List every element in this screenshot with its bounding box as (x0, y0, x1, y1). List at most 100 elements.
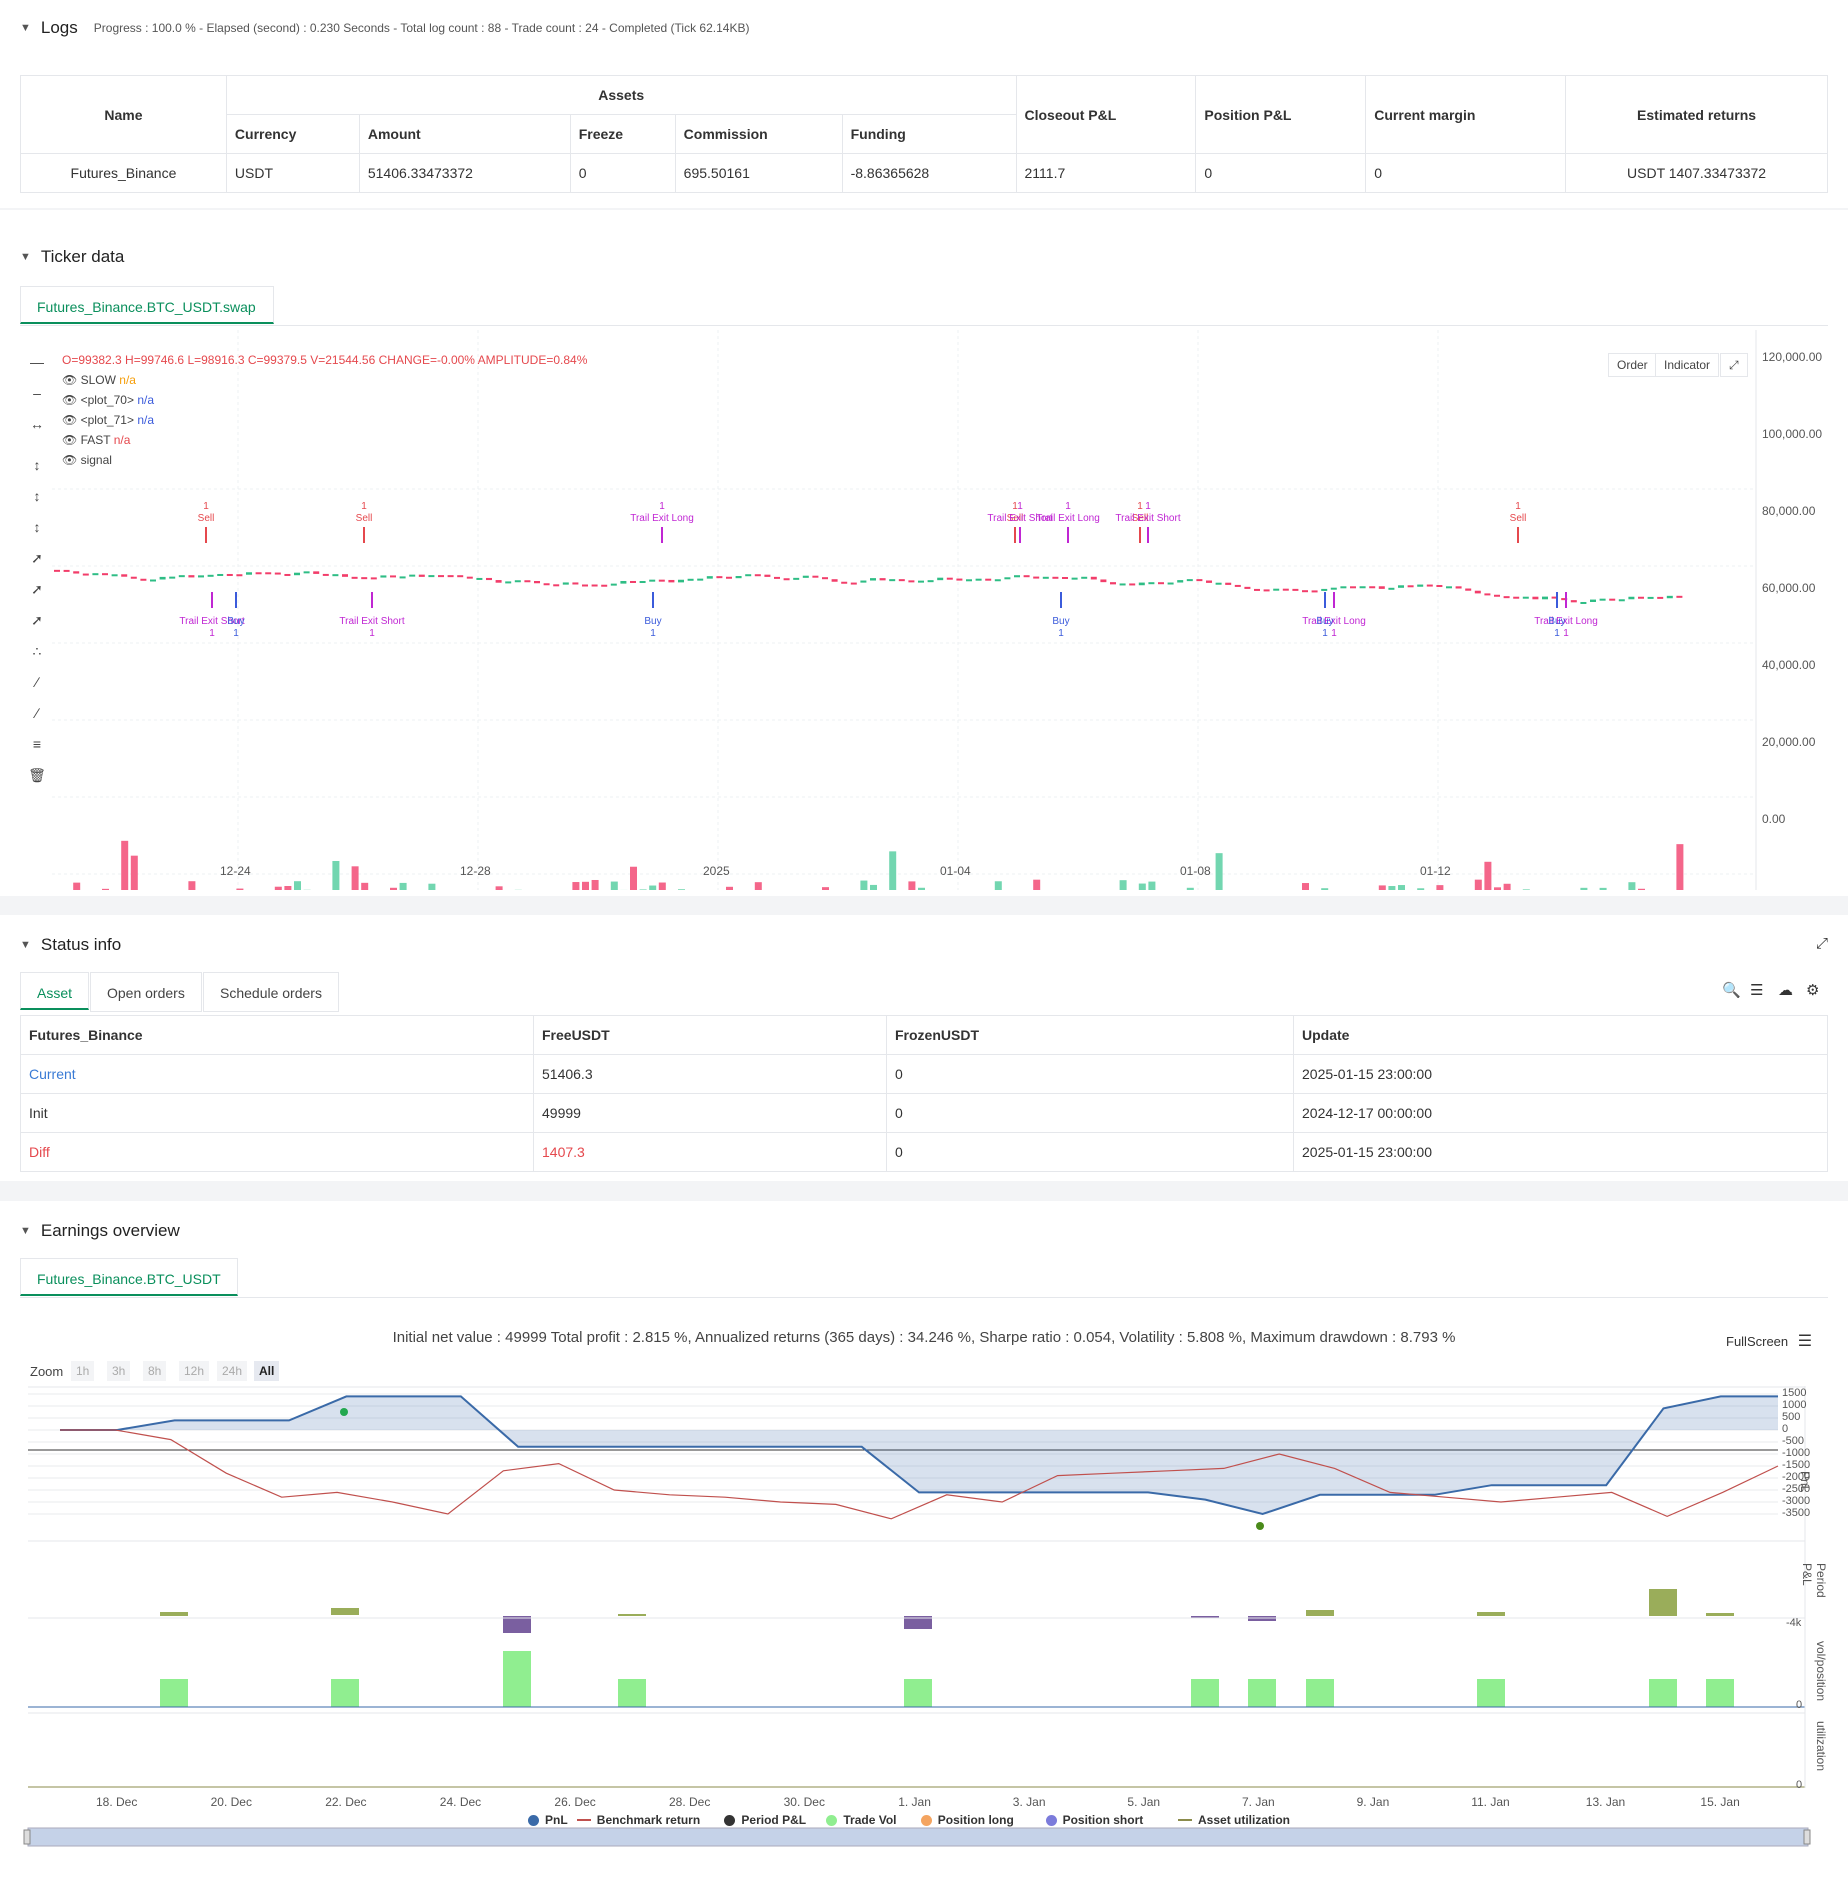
y-tick: 120,000.00 (1762, 350, 1823, 364)
list-icon[interactable]: ☰ (1750, 981, 1763, 999)
cell-freeze: 0 (569, 153, 676, 193)
collapse-caret-icon[interactable]: ▼ (20, 22, 31, 34)
navigator-range[interactable] (27, 1827, 1809, 1847)
cell-name[interactable]: Current (20, 1054, 534, 1094)
legend-swatch (576, 1819, 591, 1821)
candle (1052, 576, 1059, 579)
candle (898, 579, 905, 582)
status-header[interactable]: ▼ Status info (20, 935, 121, 955)
axis-title-period: Period P&L (1800, 1563, 1828, 1598)
axis-title-pnl: PnL (1798, 1471, 1812, 1493)
signal-marker: Buy1 (227, 592, 245, 639)
candle (562, 582, 569, 585)
candle (1446, 586, 1452, 589)
cell-name: Init (20, 1093, 534, 1133)
candle (265, 572, 272, 575)
volume-bar (1388, 886, 1396, 890)
candle (956, 578, 963, 581)
tab-asset[interactable]: Asset (20, 972, 90, 1010)
volume-bar (994, 881, 1002, 890)
volume-bar (572, 882, 580, 890)
volume-bar (870, 884, 877, 890)
tab-ticker-symbol[interactable]: Futures_Binance.BTC_USDT.swap (20, 286, 274, 324)
candle (908, 580, 915, 583)
candle (1369, 586, 1376, 589)
signal-marker: Trail Exit Short1 (1115, 501, 1181, 543)
vol-tick: 0 (1796, 1699, 1803, 1711)
candle (1177, 580, 1184, 583)
cell-name: Futures_Binance (20, 153, 227, 193)
legend-item[interactable]: Asset utilization (1178, 1813, 1290, 1827)
candle (966, 579, 972, 582)
collapse-caret-icon[interactable]: ▼ (20, 1225, 31, 1237)
status-section: ▼ Status info ⤢ Asset Open orders Schedu… (0, 915, 1848, 1181)
cell-returns: USDT 1407.33473372 (1565, 153, 1828, 193)
zoom-3h[interactable]: 3h (107, 1361, 131, 1381)
candle (1321, 588, 1328, 591)
pnl-tick: 0 (1782, 1423, 1789, 1435)
table-row: Current 51406.3 0 2025-01-15 23:00:00 (20, 1054, 1828, 1094)
zoom-label: Zoom (30, 1364, 64, 1379)
logs-header[interactable]: ▼ Logs Progress : 100.0 % - Elapsed (sec… (20, 18, 749, 38)
legend-item[interactable]: Period P&L (724, 1813, 806, 1827)
volume-bar (1398, 885, 1405, 890)
menu-icon[interactable]: ☰ (1798, 1333, 1812, 1350)
candle (1474, 590, 1481, 594)
y-tick: 20,000.00 (1762, 735, 1816, 749)
candle (390, 575, 396, 578)
signal-marker: Sell1 (198, 501, 214, 543)
fullscreen-button[interactable]: FullScreen ☰ (1726, 1331, 1812, 1351)
tab-schedule-orders[interactable]: Schedule orders (203, 972, 339, 1012)
pnl-tick: 500 (1782, 1411, 1801, 1423)
tab-earnings-symbol[interactable]: Futures_Binance.BTC_USDT (20, 1258, 238, 1296)
volume-bar (351, 866, 359, 890)
candle (447, 575, 454, 578)
legend-item[interactable]: Position long (920, 1813, 1014, 1827)
period-pnl-bars (160, 1589, 1734, 1633)
candle (1330, 587, 1337, 590)
candle (822, 577, 828, 580)
candle (543, 583, 550, 586)
candle (1004, 577, 1011, 580)
legend-item[interactable]: Trade Vol (826, 1813, 897, 1827)
legend-item[interactable]: Benchmark return (576, 1813, 700, 1827)
col-margin: Current margin (1365, 75, 1567, 154)
navigator-left-handle[interactable] (23, 1829, 31, 1845)
volume-bar (1436, 885, 1444, 890)
candle (466, 576, 473, 579)
zoom-all[interactable]: All (254, 1361, 280, 1381)
candle (1513, 596, 1520, 599)
candle (630, 580, 636, 583)
col-assets: Assets (225, 75, 1017, 115)
zoom-8h[interactable]: 8h (143, 1361, 167, 1381)
candle (639, 581, 646, 584)
candle (610, 583, 617, 586)
collapse-caret-icon[interactable]: ▼ (20, 251, 31, 263)
gear-icon[interactable]: ⚙ (1806, 981, 1819, 999)
x-tick: 01-12 (1420, 864, 1451, 878)
collapse-caret-icon[interactable]: ▼ (20, 939, 31, 951)
signal-qty: 1 (1065, 501, 1071, 512)
collapse-icon[interactable]: ⤢ (1816, 935, 1828, 952)
earnings-header[interactable]: ▼ Earnings overview (20, 1221, 180, 1241)
legend-item[interactable]: PnL (528, 1813, 568, 1827)
navigator-right-handle[interactable] (1803, 1829, 1811, 1845)
candle (1407, 585, 1414, 588)
tab-open-orders[interactable]: Open orders (90, 972, 202, 1012)
download-icon[interactable]: ☁ (1778, 981, 1793, 999)
ticker-header[interactable]: ▼ Ticker data (20, 247, 124, 267)
legend-item[interactable]: Position short (1045, 1813, 1143, 1827)
candle (342, 574, 348, 577)
candle (246, 572, 252, 575)
candle (1657, 596, 1664, 599)
zoom-1h[interactable]: 1h (71, 1361, 95, 1381)
zoom-24h[interactable]: 24h (217, 1361, 248, 1381)
zoom-12h[interactable]: 12h (179, 1361, 210, 1381)
col-funding: Funding (841, 114, 1017, 154)
search-icon[interactable]: 🔍 (1722, 981, 1741, 999)
y-tick: 60,000.00 (1762, 581, 1816, 595)
candle (351, 576, 358, 579)
candle (668, 579, 675, 583)
candle (1455, 586, 1462, 589)
signal-qty: 1 (233, 628, 239, 639)
